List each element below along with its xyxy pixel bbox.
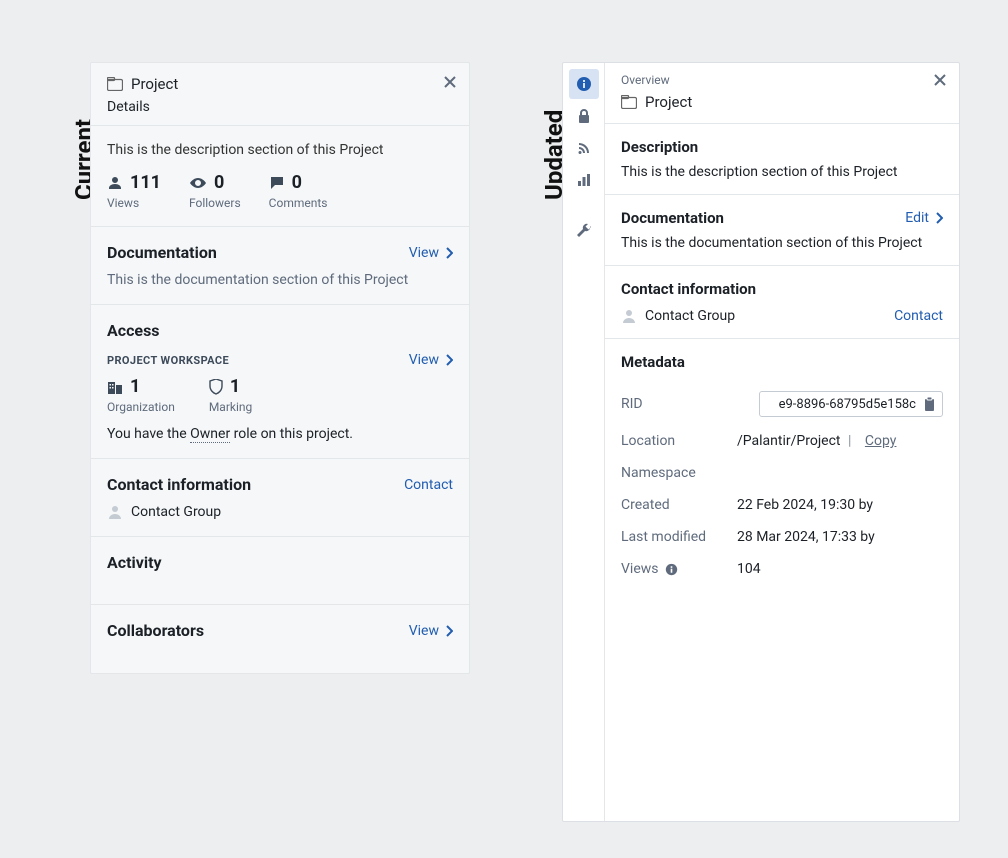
meta-row-location: Location /Palantir/Project | Copy [621, 425, 943, 457]
chevron-right-icon [935, 212, 943, 224]
role-sentence: You have the Owner role on this project. [107, 426, 453, 442]
current-access-section: Access PROJECT WORKSPACE View 1 Organiza… [91, 305, 469, 459]
contact-group-name: Contact Group [131, 504, 221, 520]
updated-panel: Overview Project Description This is the… [562, 62, 960, 822]
chevron-right-icon [445, 354, 453, 366]
close-button[interactable] [443, 75, 457, 89]
folder-icon [107, 77, 123, 91]
updated-header: Overview Project [605, 63, 959, 124]
views-label: Views [621, 561, 659, 577]
collaborators-view-link[interactable]: View [409, 623, 453, 639]
org-label: Organization [107, 400, 175, 414]
stat-followers: 0 Followers [189, 172, 241, 210]
rail-lock[interactable] [569, 101, 599, 131]
meta-row-rid: RID e9-8896-68795d5e158c [621, 383, 943, 425]
current-activity-section: Activity [91, 537, 469, 605]
current-description-text: This is the description section of this … [107, 142, 453, 158]
stat-organization: 1 Organization [107, 376, 175, 414]
documentation-title: Documentation [107, 243, 217, 262]
stat-views: 111 Views [107, 172, 161, 210]
folder-icon [621, 95, 637, 109]
clipboard-icon[interactable] [922, 396, 936, 412]
copy-location-link[interactable]: Copy [865, 433, 897, 449]
meta-row-created: Created 22 Feb 2024, 19:30 by [621, 489, 943, 521]
contact-title: Contact information [621, 280, 943, 298]
updated-contact-section: Contact information Contact Group Contac… [605, 266, 959, 339]
info-icon [665, 563, 678, 576]
rid-label: RID [621, 396, 737, 412]
chevron-right-icon [445, 625, 453, 637]
marking-count: 1 [230, 376, 240, 397]
rail-feed[interactable] [569, 133, 599, 163]
current-collaborators-section: Collaborators View [91, 605, 469, 673]
access-view-link[interactable]: View [409, 352, 453, 368]
role-word: Owner [190, 426, 230, 443]
comments-label: Comments [269, 196, 328, 210]
rail-info[interactable] [569, 69, 599, 99]
namespace-label: Namespace [621, 465, 737, 481]
rail-chart[interactable] [569, 165, 599, 195]
eye-icon [189, 175, 207, 191]
metadata-title: Metadata [621, 353, 943, 371]
current-title: Project [131, 75, 178, 93]
contact-link[interactable]: Contact [894, 308, 943, 324]
created-label: Created [621, 497, 737, 513]
documentation-view-link[interactable]: View [409, 245, 453, 261]
documentation-edit-link[interactable]: Edit [905, 210, 943, 226]
collaborators-title: Collaborators [107, 621, 204, 640]
rid-value: e9-8896-68795d5e158c [768, 397, 916, 412]
description-title: Description [621, 138, 943, 156]
meta-row-modified: Last modified 28 Mar 2024, 17:33 by [621, 521, 943, 553]
contact-link[interactable]: Contact [404, 477, 453, 493]
person-icon [107, 175, 123, 191]
side-rail [563, 63, 605, 821]
created-value: 22 Feb 2024, 19:30 by [737, 497, 943, 513]
activity-title: Activity [107, 553, 453, 572]
location-value: /Palantir/Project [737, 433, 841, 449]
current-documentation-section: Documentation View This is the documenta… [91, 227, 469, 305]
avatar-icon [107, 504, 123, 520]
views-value: 104 [737, 561, 943, 577]
meta-row-views: Views 104 [621, 553, 943, 585]
rid-field[interactable]: e9-8896-68795d5e158c [759, 391, 943, 417]
contact-title: Contact information [107, 475, 251, 494]
overview-label: Overview [621, 73, 943, 87]
current-description-section: This is the description section of this … [91, 126, 469, 227]
rail-wrench[interactable] [569, 215, 599, 245]
shield-icon [209, 379, 223, 395]
comments-count: 0 [292, 172, 302, 193]
workspace-label: PROJECT WORKSPACE [107, 354, 229, 367]
followers-count: 0 [214, 172, 224, 193]
documentation-text: This is the documentation section of thi… [621, 235, 943, 251]
views-count: 111 [130, 172, 161, 193]
avatar-icon [621, 308, 637, 324]
stat-comments: 0 Comments [269, 172, 328, 210]
chevron-right-icon [445, 247, 453, 259]
description-text: This is the description section of this … [621, 164, 943, 180]
close-button[interactable] [933, 73, 947, 87]
followers-label: Followers [189, 196, 241, 210]
updated-metadata-section: Metadata RID e9-8896-68795d5e158c Locati… [605, 339, 959, 599]
current-contact-section: Contact information Contact Contact Grou… [91, 459, 469, 537]
stat-marking: 1 Marking [209, 376, 252, 414]
updated-title: Project [645, 93, 692, 111]
comment-icon [269, 175, 285, 191]
location-label: Location [621, 433, 737, 449]
modified-value: 28 Mar 2024, 17:33 by [737, 529, 943, 545]
views-label: Views [107, 196, 161, 210]
contact-group-name: Contact Group [645, 308, 735, 324]
modified-label: Last modified [621, 529, 737, 545]
organization-icon [107, 379, 123, 395]
current-panel-header: Project Details [91, 63, 469, 126]
updated-description-section: Description This is the description sect… [605, 124, 959, 195]
current-subtitle: Details [107, 99, 453, 115]
marking-label: Marking [209, 400, 252, 414]
org-count: 1 [130, 376, 140, 397]
current-panel: Project Details This is the description … [90, 62, 470, 674]
documentation-title: Documentation [621, 209, 724, 227]
meta-row-namespace: Namespace [621, 457, 943, 489]
documentation-text: This is the documentation section of thi… [107, 272, 453, 288]
access-title: Access [107, 321, 453, 340]
updated-documentation-section: Documentation Edit This is the documenta… [605, 195, 959, 266]
